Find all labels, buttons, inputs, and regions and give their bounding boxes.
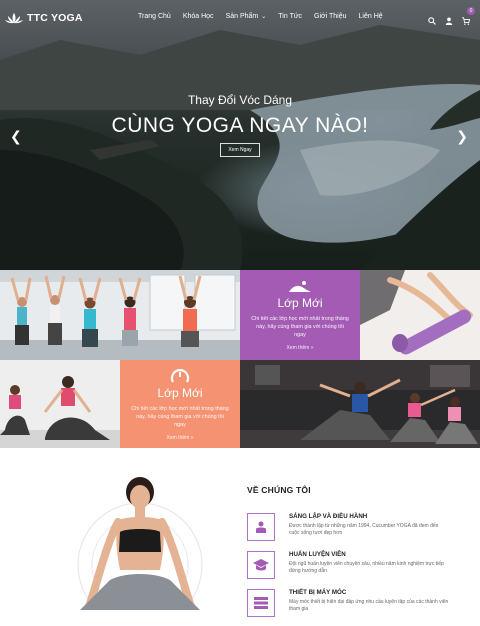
nav-item-contact[interactable]: Liên Hệ xyxy=(359,13,383,20)
feature-title: THIẾT BỊ MÁY MÓC xyxy=(289,589,347,596)
nav-item-products[interactable]: Sản Phẩm ⌄ xyxy=(226,13,267,20)
yoga-pose-icon xyxy=(289,281,311,292)
feature-title: HUẤN LUYỆN VIÊN xyxy=(289,551,346,558)
feature-equipment: THIẾT BỊ MÁY MÓC Máy móc thiết bị hiện đ… xyxy=(247,589,467,621)
promo-card-new-class-2[interactable]: Lớp Mới Chi tiết các lớp học mới nhất tr… xyxy=(120,360,240,448)
about-yoga-image xyxy=(40,477,240,626)
photo-yoga-class xyxy=(0,270,240,360)
nav-menu: Trang Chủ Khóa Học Sản Phẩm ⌄ Tin Tức Giớ… xyxy=(138,13,395,20)
user-icon[interactable] xyxy=(445,17,453,25)
promo-card-description: Chi tiết các lớp học mới nhất trong thán… xyxy=(251,316,349,338)
feature-trainers: HUẤN LUYỆN VIÊN Đội ngũ huấn luyện viên … xyxy=(247,551,467,583)
nav-item-label: Tin Tức xyxy=(278,13,303,20)
nav-icons: 0 xyxy=(428,7,475,30)
yoga-class-image xyxy=(0,270,240,360)
timer-icon xyxy=(170,369,190,383)
promo-card-link[interactable]: Xem thêm » xyxy=(120,435,240,441)
nav-item-news[interactable]: Tin Tức xyxy=(278,13,302,20)
promo-card-title: Lớp Mới xyxy=(277,296,323,310)
nav-item-about[interactable]: Giới Thiệu xyxy=(314,13,346,20)
lotus-icon xyxy=(5,13,23,24)
chevron-down-icon: ⌄ xyxy=(261,14,267,20)
cart-button[interactable]: 0 xyxy=(462,7,475,30)
chevron-right-icon[interactable]: ❯ xyxy=(456,128,468,145)
feature-founder: SÁNG LẬP VÀ ĐIỀU HÀNH Được thành lập từ … xyxy=(247,513,467,545)
nav-item-label: Giới Thiệu xyxy=(314,13,347,20)
chevron-left-icon[interactable]: ❮ xyxy=(10,128,22,145)
feature-description: Máy móc thiết bị hiện đại đáp ứng nhu cầ… xyxy=(289,599,449,613)
cart-icon xyxy=(462,17,471,25)
photo-gym-class xyxy=(240,360,480,448)
feature-description: Được thành lập từ những năm 1994, Cucumb… xyxy=(289,523,439,537)
hero-cta-button[interactable]: Xem Ngay xyxy=(220,143,260,157)
graduation-cap-icon xyxy=(247,551,275,579)
promo-card-new-class-1[interactable]: Lớp Mới Chi tiết các lớp học mới nhất tr… xyxy=(240,270,360,360)
feature-description: Đội ngũ huấn luyện viên chuyên sâu, nhiề… xyxy=(289,561,444,575)
nav-item-label: Khóa Học xyxy=(182,13,214,20)
hero-subtitle: Thay Đổi Vóc Dáng xyxy=(187,93,293,107)
feature-title: SÁNG LẬP VÀ ĐIỀU HÀNH xyxy=(289,513,368,520)
photo-yoga-pair xyxy=(0,360,120,448)
gym-class-image xyxy=(240,360,480,448)
founder-icon xyxy=(247,513,275,541)
nav-item-courses[interactable]: Khóa Học xyxy=(183,13,214,20)
site-logo[interactable]: TTC YOGA xyxy=(5,11,83,25)
cart-count-badge: 0 xyxy=(467,7,475,15)
hero-title: CÙNG YOGA NGAY NÀO! xyxy=(111,114,369,137)
yoga-pair-image xyxy=(0,360,120,448)
nav-item-label: Sản Phẩm xyxy=(225,13,259,20)
nav-item-home[interactable]: Trang Chủ xyxy=(138,13,171,20)
equipment-icon xyxy=(247,589,275,617)
nav-item-label: Trang Chủ xyxy=(138,13,171,20)
main-navbar: TTC YOGA Trang Chủ Khóa Học Sản Phẩm ⌄ Ti… xyxy=(0,0,480,36)
hero-slider: TTC YOGA Trang Chủ Khóa Học Sản Phẩm ⌄ Ti… xyxy=(0,0,480,270)
yoga-mat-image xyxy=(360,270,480,360)
about-section-title: VỀ CHÚNG TÔI xyxy=(247,485,311,495)
promo-card-title: Lớp Mới xyxy=(157,386,203,400)
search-icon[interactable] xyxy=(428,17,436,25)
nav-item-label: Liên Hệ xyxy=(358,13,383,20)
logo-text: TTC YOGA xyxy=(27,12,83,24)
promo-card-description: Chi tiết các lớp học mới nhất trong thán… xyxy=(131,406,229,428)
photo-yoga-mat xyxy=(360,270,480,360)
promo-card-link[interactable]: Xem thêm » xyxy=(240,345,360,351)
